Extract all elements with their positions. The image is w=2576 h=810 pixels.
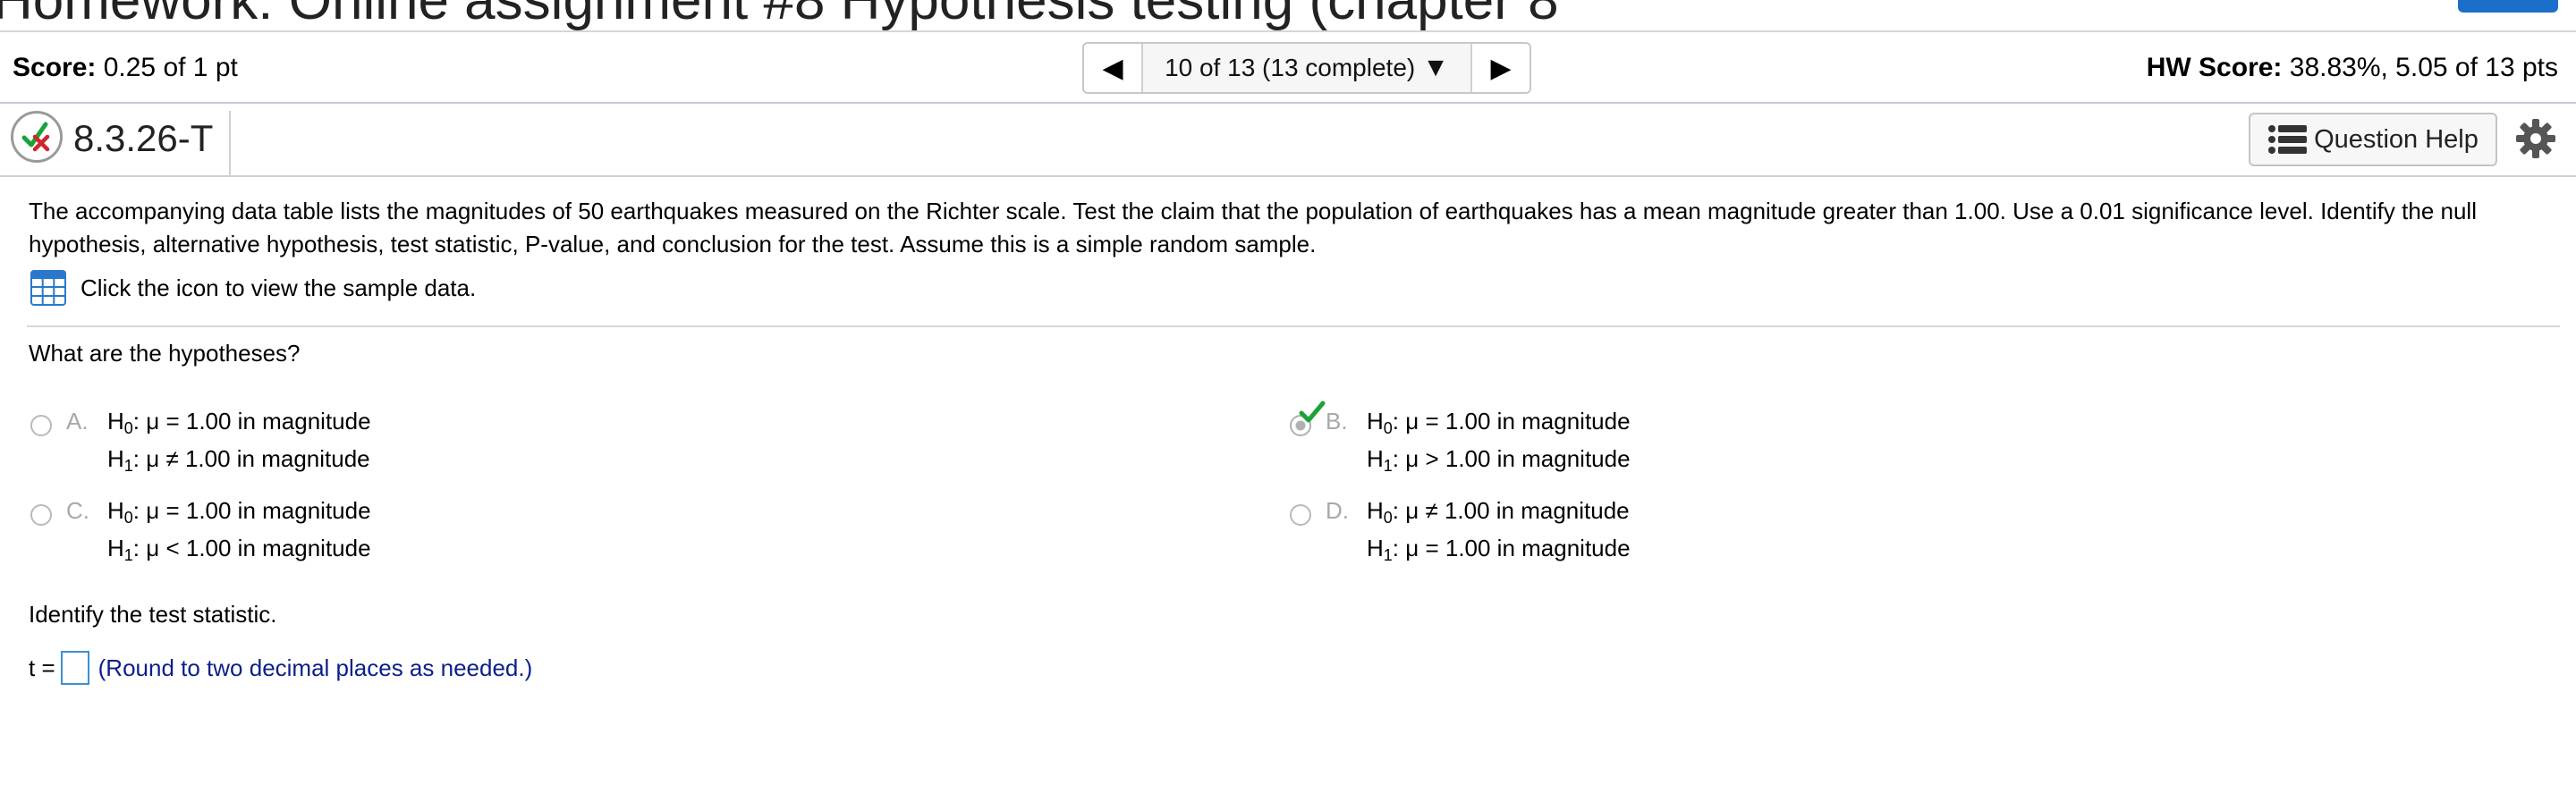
assignment-title: Homework: Online assignment #8 Hypothesi…: [0, 0, 1559, 31]
next-question-button[interactable]: ▶: [1470, 44, 1530, 92]
question-pager: ◀ 10 of 13 (13 complete) ▼ ▶: [1082, 42, 1531, 94]
hw-score: HW Score: 38.83%, 5.05 of 13 pts: [2147, 50, 2558, 86]
hw-score-label: HW Score:: [2146, 53, 2283, 82]
alternative-hypothesis: H1: μ ≠ 1.00 in magnitude: [107, 445, 370, 475]
gear-icon[interactable]: [2513, 116, 2558, 161]
test-statistic-input[interactable]: [60, 651, 89, 685]
divider: [0, 30, 2576, 32]
top-action-button[interactable]: [2458, 0, 2558, 13]
list-icon: [2268, 125, 2308, 154]
hypotheses-question: What are the hypotheses?: [29, 340, 301, 367]
null-hypothesis: H0: μ ≠ 1.00 in magnitude: [1367, 497, 1630, 527]
question-help-button[interactable]: Question Help: [2249, 113, 2497, 166]
sample-data-row: Click the icon to view the sample data.: [30, 270, 476, 306]
previous-question-button[interactable]: ◀: [1084, 44, 1143, 92]
question-prompt: The accompanying data table lists the ma…: [29, 198, 2477, 257]
alternative-hypothesis: H1: μ > 1.00 in magnitude: [1367, 445, 1631, 475]
t-label: t =: [29, 654, 55, 681]
test-statistic-row: t = (Round to two decimal places as need…: [29, 651, 532, 685]
partial-credit-icon: [11, 111, 63, 163]
score: Score: 0.25 of 1 pt: [13, 50, 238, 86]
option-letter: A.: [66, 408, 89, 435]
option-letter: B.: [1326, 408, 1348, 435]
sample-data-link-text: Click the icon to view the sample data.: [80, 274, 477, 301]
question-id: 8.3.26-T: [73, 117, 214, 159]
question-help-label: Question Help: [2314, 124, 2479, 154]
null-hypothesis: H0: μ = 1.00 in magnitude: [107, 408, 371, 437]
divider: [229, 111, 231, 175]
test-statistic-question: Identify the test statistic.: [29, 601, 277, 628]
divider: [0, 102, 2576, 104]
option-letter: D.: [1326, 497, 1349, 524]
score-value: 0.25 of 1 pt: [103, 53, 238, 82]
checkmark-icon: [1299, 401, 1326, 423]
option-d-radio[interactable]: [1290, 504, 1311, 526]
score-label: Score:: [13, 53, 97, 82]
divider: [0, 175, 2576, 177]
chevron-left-icon: ◀: [1102, 53, 1123, 83]
option-letter: C.: [66, 497, 89, 524]
option-a-radio[interactable]: [30, 415, 52, 436]
null-hypothesis: H0: μ = 1.00 in magnitude: [107, 497, 371, 527]
question-selector-dropdown[interactable]: 10 of 13 (13 complete) ▼: [1143, 44, 1470, 92]
caret-down-icon: ▼: [1422, 53, 1449, 82]
hw-score-value: 38.83%, 5.05 of 13 pts: [2289, 53, 2558, 82]
data-table-icon[interactable]: [30, 270, 66, 306]
alternative-hypothesis: H1: μ < 1.00 in magnitude: [107, 535, 371, 564]
null-hypothesis: H0: μ = 1.00 in magnitude: [1367, 408, 1631, 437]
chevron-right-icon: ▶: [1490, 53, 1512, 83]
option-c-radio[interactable]: [30, 504, 52, 526]
divider: [27, 325, 2560, 327]
alternative-hypothesis: H1: μ = 1.00 in magnitude: [1367, 535, 1631, 564]
rounding-hint: (Round to two decimal places as needed.): [97, 654, 533, 681]
question-position: 10 of 13 (13 complete): [1165, 54, 1416, 81]
